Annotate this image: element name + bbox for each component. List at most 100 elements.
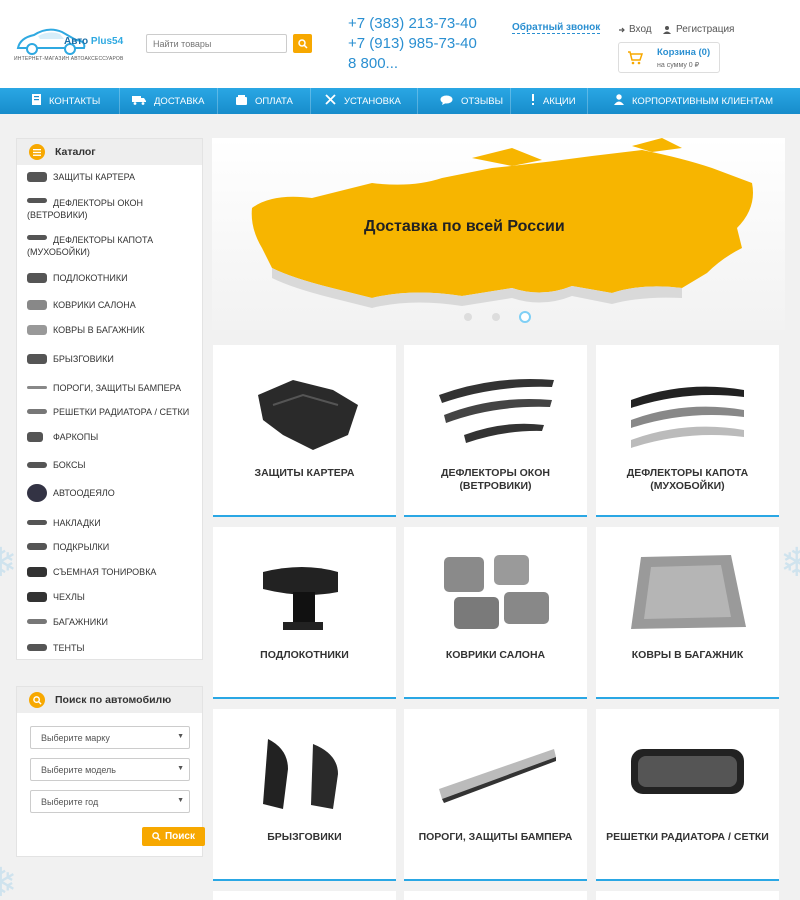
slider-dot[interactable] [464,313,472,321]
product-card[interactable]: ДЕФЛЕКТОРЫ КАПОТА (МУХОБОЙКИ) [596,345,779,517]
product-title: ЗАЩИТЫ КАРТЕРА [254,467,355,479]
catalog-item[interactable]: ПОДКРЫЛКИ [27,541,109,553]
product-thumb-icon [27,300,47,310]
main-nav: КОНТАКТЫ ДОСТАВКА ОПЛАТА УСТАНОВКА ОТЗЫВ… [0,88,800,114]
product-card[interactable]: ДЕФЛЕКТОРЫ ОКОН (ВЕТРОВИКИ) [404,345,587,517]
callback-link[interactable]: Обратный звонок [512,22,601,34]
product-card[interactable]: КОВРЫ В БАГАЖНИК [596,527,779,699]
menu-icon [29,144,45,160]
nav-delivery[interactable]: ДОСТАВКА [120,88,218,114]
cart-widget[interactable]: Корзина (0) на сумму 0 ₽ [618,42,720,73]
cart-title: Корзина (0) [657,47,711,58]
snowflake-decor-icon: ❄ [0,861,18,900]
select-model[interactable]: Выберите модель ▼ [30,758,190,781]
catalog-item[interactable]: АВТООДЕЯЛО [27,484,115,502]
product-card-partial[interactable] [404,891,587,900]
product-thumb-icon [27,325,47,335]
product-card[interactable]: РЕШЕТКИ РАДИАТОРА / СЕТКИ [596,709,779,881]
product-card[interactable]: БРЫЗГОВИКИ [213,709,396,881]
catalog-item[interactable]: РЕШЕТКИ РАДИАТОРА / СЕТКИ [27,406,189,418]
nav-corporate[interactable]: КОРПОРАТИВНЫМ КЛИЕНТАМ [588,88,800,114]
exclamation-icon [531,94,535,108]
login-icon [619,27,625,32]
phone-1[interactable]: +7 (383) 213-73-40 [348,14,477,34]
login-link[interactable]: Вход [618,24,652,35]
catalog-item[interactable]: БРЫЗГОВИКИ [27,353,114,365]
cart-icon [628,51,643,65]
crankcase-guard-image [258,380,358,450]
catalog-item[interactable]: ЗАЩИТЫ КАРТЕРА [27,171,135,183]
find-button[interactable]: Поиск [142,827,205,846]
product-title: ДЕФЛЕКТОРЫ КАПОТА (МУХОБОЙКИ) [626,467,749,492]
product-card[interactable]: КОВРИКИ САЛОНА [404,527,587,699]
side-step-image [439,749,556,803]
phone-2[interactable]: +7 (913) 985-73-40 [348,34,477,54]
nav-payment[interactable]: ОПЛАТА [218,88,311,114]
product-thumb-icon [27,644,47,651]
register-link[interactable]: Регистрация [663,24,734,35]
product-card[interactable]: ПОРОГИ, ЗАЩИТЫ БАМПЕРА [404,709,587,881]
search-icon [297,38,308,49]
site-header: Авто Plus54 ИНТЕРНЕТ-МАГАЗИН АВТОАКСЕССУ… [0,0,800,88]
search-input[interactable] [146,34,287,53]
nav-installation[interactable]: УСТАНОВКА [311,88,418,114]
product-title: КОВРИКИ САЛОНА [445,649,546,661]
product-thumb-icon [27,567,47,577]
product-thumb-icon [27,484,47,502]
promo-banner[interactable]: Доставка по всей России [212,138,785,330]
product-title: ДЕФЛЕКТОРЫ ОКОН (ВЕТРОВИКИ) [441,467,550,492]
car-search-header: Поиск по автомобилю [17,687,202,713]
catalog-item[interactable]: СЪЕМНАЯ ТОНИРОВКА [27,566,156,578]
armrest-image [263,567,338,630]
mudflaps-image [263,739,338,809]
catalog-item[interactable]: БАГАЖНИКИ [27,616,108,628]
catalog-item[interactable]: КОВРЫ В БАГАЖНИК [27,324,145,336]
product-thumb-icon [27,235,47,240]
product-thumb-icon [27,198,47,203]
slider-dot-active[interactable] [519,311,531,323]
catalog-item[interactable]: ДЕФЛЕКТОРЫ ОКОН (ВЕТРОВИКИ) [27,197,197,221]
search-button[interactable] [293,34,312,53]
catalog-item[interactable]: НАКЛАДКИ [27,517,101,529]
phone-3[interactable]: 8 800... [348,54,477,74]
product-thumb-icon [27,592,47,602]
dropdown-arrow-icon: ▼ [177,765,184,772]
floor-mats-image [444,555,549,629]
catalog-item[interactable]: КОВРИКИ САЛОНА [27,299,136,311]
select-make[interactable]: Выберите марку ▼ [30,726,190,749]
product-thumb-icon [27,543,47,550]
product-thumb-icon [27,462,47,468]
wallet-icon [236,94,247,108]
nav-reviews[interactable]: ОТЗЫВЫ [418,88,511,114]
catalog-item[interactable]: ПОДЛОКОТНИКИ [27,272,128,284]
catalog-item[interactable]: ФАРКОПЫ [27,431,98,443]
user-icon [614,94,624,108]
catalog-header: Каталог [17,139,202,165]
nav-contacts[interactable]: КОНТАКТЫ [0,88,120,114]
product-thumb-icon [27,172,47,182]
tools-icon [325,94,336,108]
product-thumb-icon [27,520,47,525]
product-card-partial[interactable] [213,891,396,900]
catalog-item[interactable]: ЧЕХЛЫ [27,591,85,603]
nav-promotions[interactable]: АКЦИИ [511,88,588,114]
product-thumb-icon [27,432,43,442]
product-thumb-icon [27,273,47,283]
catalog-item[interactable]: ТЕНТЫ [27,642,84,654]
snowflake-decor-icon: ❄ [780,541,800,585]
car-search-panel: Поиск по автомобилю Выберите марку ▼ Выбе… [16,686,205,857]
product-card[interactable]: ПОДЛОКОТНИКИ [213,527,396,699]
catalog-item[interactable]: ПОРОГИ, ЗАЩИТЫ БАМПЕРА [27,382,181,394]
catalog-item[interactable]: БОКСЫ [27,459,85,471]
slider-dot[interactable] [492,313,500,321]
product-card[interactable]: ЗАЩИТЫ КАРТЕРА [213,345,396,517]
user-plus-icon [663,26,671,34]
contacts-icon [32,94,41,108]
cart-sum: на сумму 0 ₽ [657,62,700,69]
catalog-item[interactable]: ДЕФЛЕКТОРЫ КАПОТА (МУХОБОЙКИ) [27,234,197,258]
search-icon [152,832,161,841]
product-card-partial[interactable] [596,891,779,900]
car-search-title: Поиск по автомобилю [55,694,172,706]
window-deflector-image [439,379,554,443]
select-year[interactable]: Выберите год ▼ [30,790,190,813]
